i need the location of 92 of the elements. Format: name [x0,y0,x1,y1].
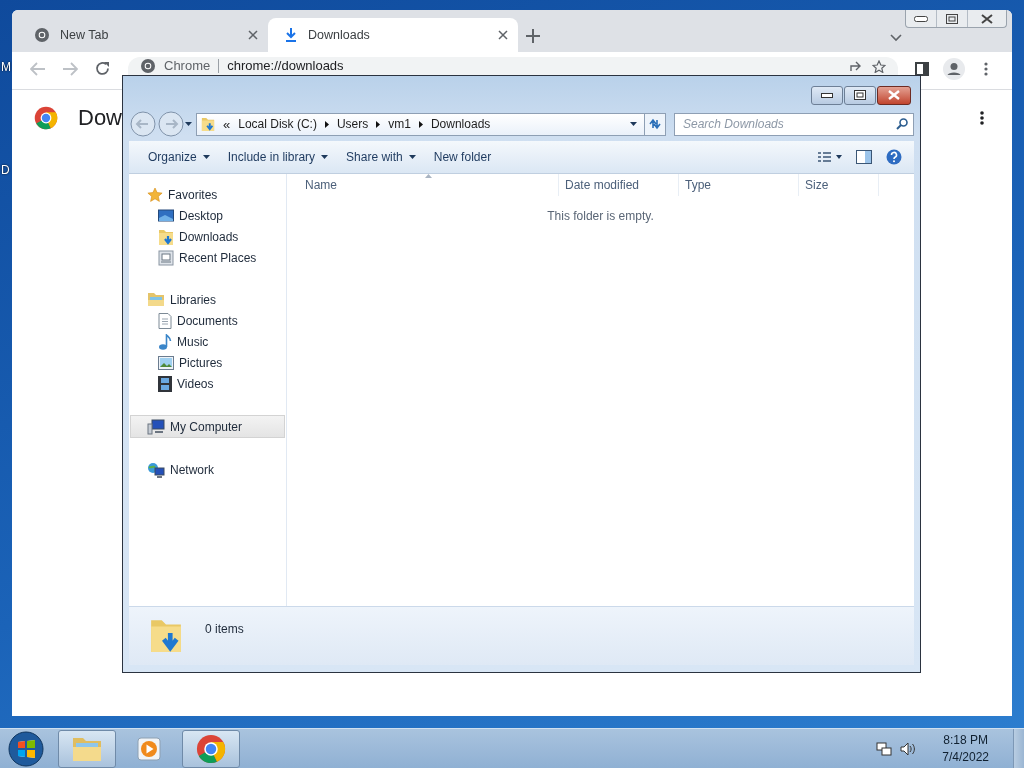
nav-item[interactable]: Network [129,459,286,480]
chrome-icon [34,27,50,43]
downloads-folder-icon [158,227,174,246]
maximize-button[interactable] [844,85,876,105]
media-player-icon [136,736,162,762]
minimize-icon [821,92,833,98]
dropdown-caret-icon [408,155,416,159]
network-icon [147,461,165,478]
restore-icon [854,90,866,100]
preview-pane-icon[interactable] [856,150,872,164]
breadcrumb-item[interactable]: Downloads [430,117,491,131]
breadcrumb-item[interactable]: Local Disk (C:) [238,117,317,131]
breadcrumb-item[interactable]: vm1 [388,117,411,131]
new-tab-icon[interactable] [526,29,540,43]
breadcrumb-arrow-icon[interactable] [324,120,329,128]
taskbar-button[interactable] [182,730,240,768]
search-icon [896,117,908,130]
close-icon[interactable] [498,30,508,40]
close-icon [981,13,993,24]
breadcrumb-arrow-icon[interactable] [376,120,381,128]
page-title: Dow [78,105,122,131]
music-note-icon [158,333,172,350]
nav-item[interactable]: Videos [129,373,286,394]
folder-icon [71,735,103,763]
close-icon [888,90,900,100]
close-icon[interactable] [248,30,258,40]
clock[interactable]: 8:18 PM 7/4/2022 [942,732,989,766]
address-bar[interactable]: « Local Disk (C:) Users vm1 Downloads [196,112,645,136]
refresh-button[interactable] [644,112,666,136]
column-header[interactable]: Size [799,174,879,196]
minimize-button[interactable] [811,85,843,105]
address-bar[interactable]: Chrome chrome://downloads [128,57,898,75]
history-caret-icon [185,122,192,126]
dropdown-caret-icon [629,122,637,126]
desktop-icon-label[interactable]: D [1,163,10,177]
desktop-icon-label[interactable]: M [1,60,11,74]
more-options-icon[interactable] [980,111,984,125]
network-status-icon[interactable] [876,741,893,757]
chrome-icon [140,58,156,74]
profile-icon[interactable] [943,57,965,80]
column-header[interactable]: Date modified [559,174,679,196]
menu-icon[interactable] [984,61,988,76]
nav-item[interactable]: My Computer [130,415,285,438]
nav-item[interactable]: Recent Places [129,247,286,268]
dropdown-caret-icon [321,155,329,159]
computer-icon [147,418,165,435]
chrome-icon [196,734,226,764]
toolbar-button[interactable]: Organize [139,146,219,168]
breadcrumb-item[interactable]: Users [336,117,369,131]
library-folder-icon [147,292,165,307]
nav-item[interactable]: Downloads [129,226,286,247]
folder-icon [201,116,215,132]
toolbar-button[interactable]: Share with [337,146,425,168]
toolbar-button[interactable]: Include in library [218,146,338,168]
chevron-down-icon[interactable] [890,34,902,42]
star-icon[interactable] [872,59,886,73]
column-header[interactable]: Type [679,174,799,196]
document-icon [158,312,172,329]
breadcrumb-arrow-icon[interactable] [418,120,423,128]
reload-icon[interactable] [94,61,110,76]
nav-item[interactable]: Documents [129,310,286,331]
restore-icon [946,13,958,24]
nav-item[interactable]: Desktop [129,205,286,226]
minimize-icon [914,15,928,22]
toolbar-button[interactable]: New folder [424,146,501,168]
breadcrumb-overflow[interactable]: « [223,116,231,132]
nav-item[interactable]: Pictures [129,352,286,373]
desktop-icon [158,208,174,223]
nav-item[interactable]: Libraries [129,289,286,310]
recent-places-icon [158,249,174,266]
view-options-icon[interactable] [818,152,842,162]
taskbar-button[interactable] [58,730,116,768]
sort-arrow-icon [425,174,432,178]
nav-item[interactable]: Music [129,331,286,352]
close-button[interactable] [877,85,911,105]
chrome-logo-icon [34,106,58,130]
side-panel-icon[interactable] [915,61,929,76]
item-count: 0 items [205,622,244,636]
star-icon [147,186,163,203]
help-icon[interactable] [886,149,902,165]
volume-icon[interactable] [900,741,917,757]
empty-folder-message: This folder is empty. [546,209,655,223]
download-icon [284,27,298,43]
browser-tab[interactable]: Downloads [268,18,518,52]
pictures-icon [158,355,174,370]
dropdown-caret-icon [202,155,210,159]
start-button[interactable] [8,731,44,767]
nav-item[interactable]: Favorites [129,184,286,205]
browser-tab[interactable]: New Tab [18,18,268,52]
search-field[interactable]: Search Downloads [674,112,914,136]
film-icon [158,375,172,392]
refresh-icon [648,118,662,130]
